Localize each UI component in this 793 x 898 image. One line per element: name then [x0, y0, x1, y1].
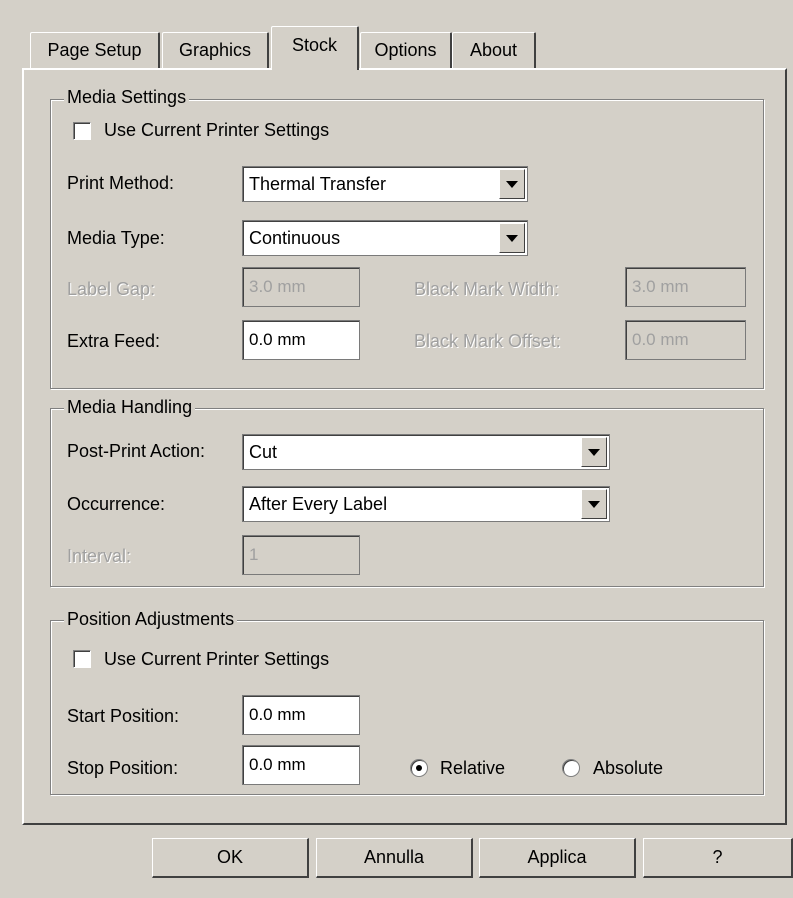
occurrence-label: Occurrence: [67, 494, 166, 514]
interval-field[interactable]: 1 [242, 535, 360, 575]
media-settings-title: Media Settings [64, 87, 190, 108]
relative-radio[interactable] [410, 759, 428, 777]
relative-label[interactable]: Relative [440, 758, 505, 779]
stop-position-field[interactable]: 0.0 mm [242, 745, 360, 785]
media-use-current-label[interactable]: Use Current Printer Settings [104, 120, 329, 141]
print-method-value: Thermal Transfer [249, 173, 387, 194]
post-print-action-label: Post-Print Action: [67, 441, 206, 461]
media-type-value: Continuous [249, 227, 341, 248]
absolute-radio[interactable] [562, 759, 580, 777]
tab-options[interactable]: Options [360, 32, 452, 68]
help-button[interactable]: ? [643, 838, 793, 878]
tab-graphics[interactable]: Graphics [162, 32, 269, 68]
absolute-label[interactable]: Absolute [593, 758, 663, 779]
print-method-label: Print Method: [67, 173, 175, 193]
media-use-current-checkbox[interactable] [73, 122, 91, 140]
position-adjustments-title: Position Adjustments [64, 609, 238, 630]
extra-feed-label: Extra Feed: [67, 331, 161, 351]
interval-label: Interval: [67, 546, 132, 566]
extra-feed-field[interactable]: 0.0 mm [242, 320, 360, 360]
tab-about[interactable]: About [452, 32, 536, 68]
tab-page-setup[interactable]: Page Setup [30, 32, 160, 68]
post-print-action-value: Cut [249, 441, 278, 462]
post-print-action-select[interactable]: Cut [242, 434, 610, 470]
black-mark-width-label: Black Mark Width: [414, 279, 560, 299]
start-position-label: Start Position: [67, 706, 180, 726]
cancel-button[interactable]: Annulla [316, 838, 473, 878]
occurrence-value: After Every Label [249, 493, 388, 514]
chevron-down-icon[interactable] [581, 489, 607, 519]
radio-selected-dot [416, 765, 422, 771]
label-gap-field[interactable]: 3.0 mm [242, 267, 360, 307]
position-use-current-label[interactable]: Use Current Printer Settings [104, 649, 329, 670]
tab-stock[interactable]: Stock [271, 26, 359, 70]
occurrence-select[interactable]: After Every Label [242, 486, 610, 522]
media-type-label: Media Type: [67, 228, 165, 248]
apply-button[interactable]: Applica [479, 838, 636, 878]
chevron-down-icon[interactable] [499, 223, 525, 253]
black-mark-offset-label: Black Mark Offset: [414, 331, 561, 351]
position-use-current-checkbox[interactable] [73, 650, 91, 668]
media-type-select[interactable]: Continuous [242, 220, 528, 256]
print-method-select[interactable]: Thermal Transfer [242, 166, 528, 202]
chevron-down-icon[interactable] [499, 169, 525, 199]
black-mark-offset-field[interactable]: 0.0 mm [625, 320, 746, 360]
start-position-field[interactable]: 0.0 mm [242, 695, 360, 735]
stop-position-label: Stop Position: [67, 758, 179, 778]
media-handling-title: Media Handling [64, 397, 196, 418]
ok-button[interactable]: OK [152, 838, 309, 878]
chevron-down-icon[interactable] [581, 437, 607, 467]
black-mark-width-field[interactable]: 3.0 mm [625, 267, 746, 307]
label-gap-label: Label Gap: [67, 279, 156, 299]
